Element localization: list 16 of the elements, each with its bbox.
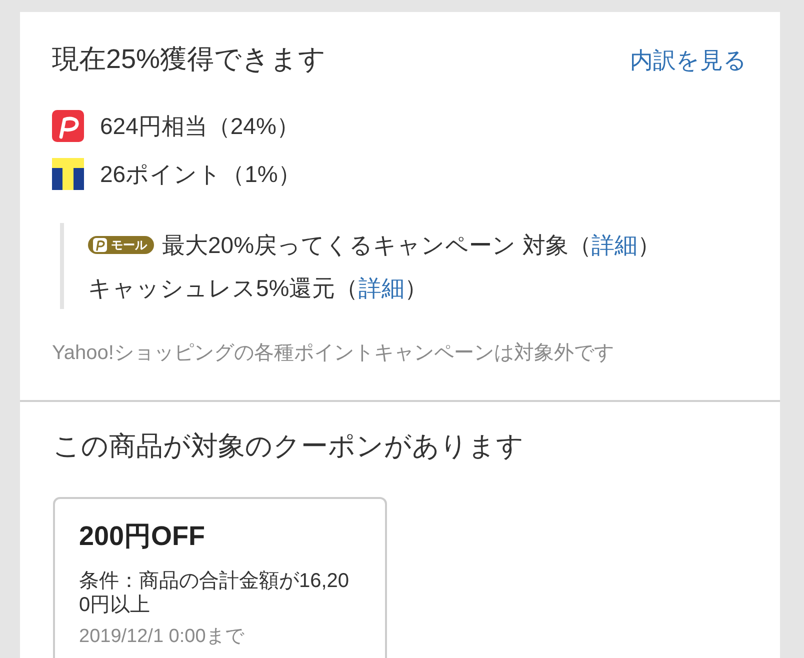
section-title: この商品が対象のクーポンがあります bbox=[53, 430, 525, 463]
campaign-text: 最大20%戻ってくるキャンペーン 対象（詳細） bbox=[162, 230, 660, 260]
t-letter-icon bbox=[52, 158, 84, 190]
badge-label: モール bbox=[111, 236, 147, 254]
reward-text: 624円相当（24%） bbox=[100, 112, 300, 141]
coupon-condition: 条件：商品の合計金額が16,200円以上 bbox=[79, 569, 350, 617]
reward-text: 26ポイント（1%） bbox=[100, 160, 301, 189]
note-text: Yahoo!ショッピングの各種ポイントキャンペーンは対象外です bbox=[52, 341, 615, 366]
breakdown-link[interactable]: 内訳を見る bbox=[630, 45, 747, 75]
p-letter-icon bbox=[52, 110, 84, 142]
coupon-amount: 200円OFF bbox=[79, 520, 206, 553]
details-link[interactable]: 詳細 bbox=[591, 232, 638, 258]
coupon-expiry: 2019/12/1 0:00まで bbox=[79, 625, 246, 649]
details-link[interactable]: 詳細 bbox=[358, 274, 404, 300]
campaign-text: キャッシュレス5%還元（詳細） bbox=[88, 274, 428, 302]
section-title: 現在25%獲得できます bbox=[52, 44, 326, 74]
